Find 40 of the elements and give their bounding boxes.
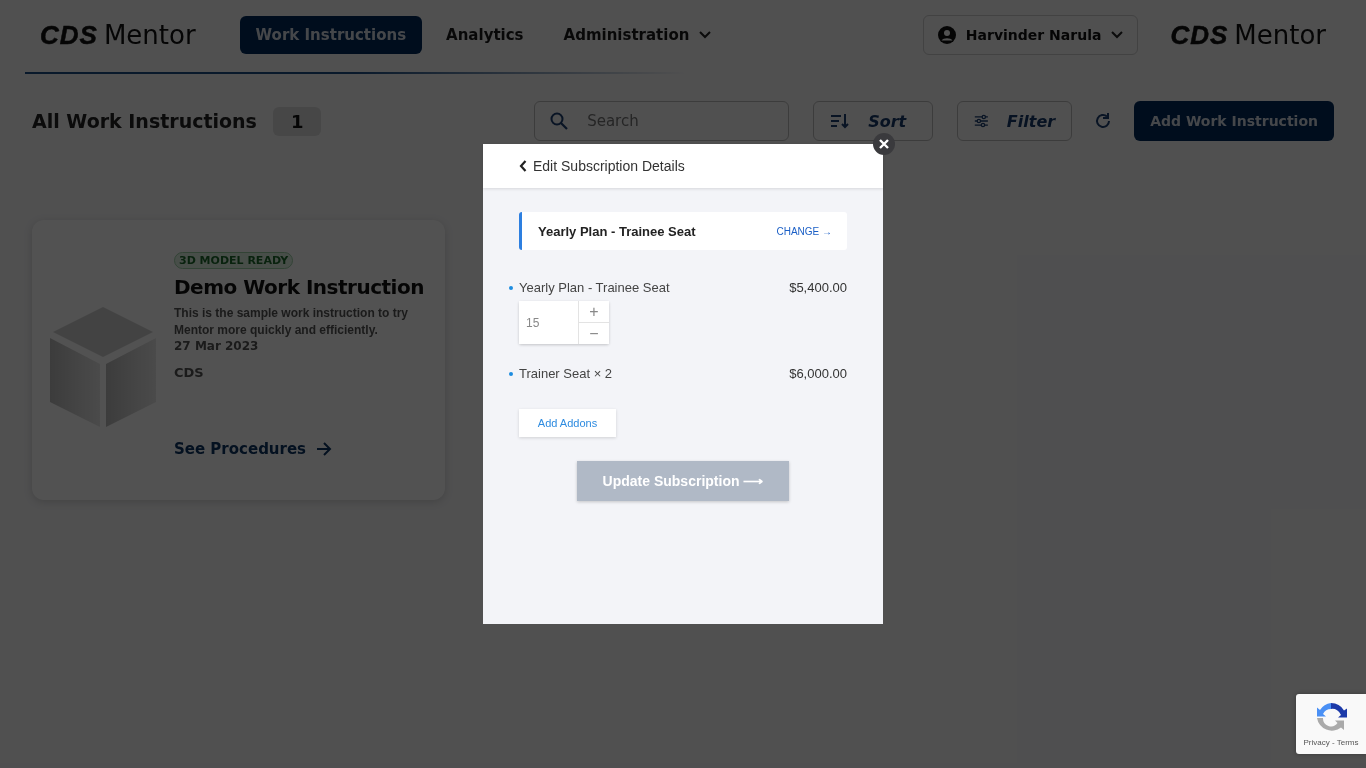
see-procedures-link[interactable]: See Procedures <box>174 440 333 458</box>
change-link[interactable]: CHANGE → <box>776 225 832 237</box>
nav-tab[interactable]: Work Instructions <box>239 16 423 54</box>
close-icon <box>879 139 889 149</box>
user-menu[interactable]: Harvinder Narula <box>922 15 1139 55</box>
back-button[interactable]: Edit Subscription Details <box>519 158 685 174</box>
status-badge: 3D MODEL READY <box>174 252 294 269</box>
bullet-dot <box>509 372 513 376</box>
logo-text: Mentor <box>103 19 196 50</box>
logo-text: Mentor <box>1234 19 1326 50</box>
sliders-icon <box>974 113 989 129</box>
card-title: Demo Work Instruction <box>174 275 424 299</box>
page-title: All Work Instructions <box>32 110 257 132</box>
logo-mark: CDS <box>1170 19 1229 51</box>
add-addons-button[interactable]: Add Addons <box>519 409 616 437</box>
filter-button[interactable]: Filter <box>957 101 1073 141</box>
recaptcha-links[interactable]: Privacy - Terms <box>1303 738 1359 747</box>
chevron-left-icon <box>519 160 527 172</box>
item-price: $6,000.00 <box>789 366 847 381</box>
logo-mark: CDS <box>40 19 98 51</box>
refresh-icon <box>1094 112 1113 130</box>
nav-tab[interactable]: Administration <box>547 16 728 54</box>
item-label: Trainer Seat × 2 <box>519 366 613 381</box>
item-price: $5,400.00 <box>789 280 847 295</box>
add-work-instruction-button[interactable]: Add Work Instruction <box>1134 101 1334 141</box>
plan-name: Yearly Plan - Trainee Seat <box>538 223 696 239</box>
quantity-stepper[interactable]: 15 + − <box>519 301 609 344</box>
increment-button[interactable]: + <box>579 301 609 322</box>
sort-icon <box>830 113 851 129</box>
search-icon <box>550 112 569 130</box>
arrow-right-icon <box>316 442 333 456</box>
count-badge: 1 <box>272 106 322 136</box>
chevron-down-icon <box>1111 31 1124 39</box>
close-button[interactable] <box>873 133 895 155</box>
user-icon <box>937 26 956 44</box>
bullet-dot <box>509 286 513 290</box>
item-label: Yearly Plan - Trainee Seat <box>519 280 670 295</box>
quantity-field[interactable]: 15 <box>519 301 579 344</box>
nav-tab[interactable]: Analytics <box>430 16 540 54</box>
decrement-button[interactable]: − <box>579 322 609 344</box>
